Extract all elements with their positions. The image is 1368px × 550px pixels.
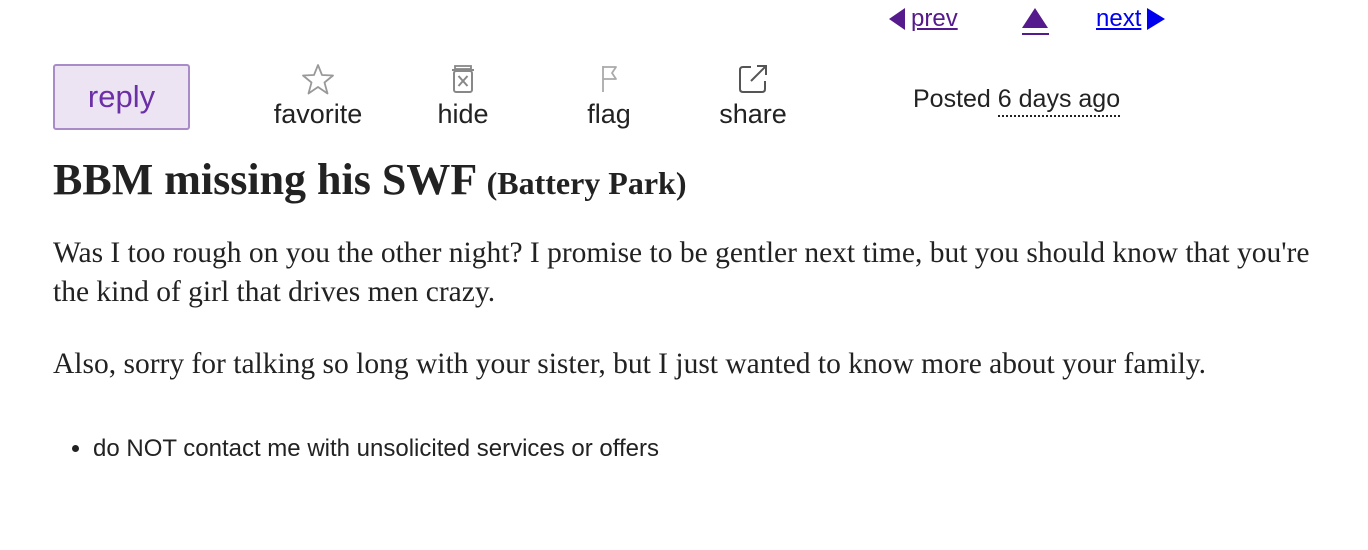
posted-ago: 6 days ago [997,85,1121,117]
up-link-underline [1022,33,1049,35]
post-paragraph: Was I too rough on you the other night? … [53,237,1310,308]
posted-date: Posted 6 days ago [913,84,1121,117]
trash-x-icon [452,65,474,93]
post-body: Was I too rough on you the other night? … [53,234,1343,384]
up-link[interactable] [1022,4,1048,28]
flag-label: flag [587,99,631,129]
post-title: BBM missing his SWF (Battery Park) [53,152,687,211]
notices-list: do NOT contact me with unsolicited servi… [53,432,659,466]
post-paragraph: Also, sorry for talking so long with you… [53,348,1206,380]
post-location: (Battery Park) [486,165,687,201]
external-share-icon [739,65,767,93]
hide-button[interactable]: hide [420,62,506,130]
share-label: share [719,99,787,129]
next-link[interactable]: next [1096,4,1166,34]
posting-navigation: prev next [0,4,1368,36]
star-outline-icon [302,64,334,95]
share-button[interactable]: share [710,62,796,130]
next-label: next [1096,5,1142,32]
prev-link[interactable]: prev [889,4,958,34]
post-title-text: BBM missing his SWF [53,155,476,204]
triangle-right-icon [1147,8,1166,30]
favorite-button[interactable]: favorite [268,62,368,130]
prev-label: prev [911,5,958,32]
flag-outline-icon [602,66,617,92]
hide-label: hide [437,99,489,129]
notice-item: do NOT contact me with unsolicited servi… [93,432,659,466]
triangle-left-icon [889,8,905,30]
flag-button[interactable]: flag [566,62,652,130]
favorite-label: favorite [273,99,363,129]
triangle-up-icon [1022,8,1048,28]
reply-button[interactable]: reply [53,64,190,130]
posted-prefix: Posted [913,85,991,113]
